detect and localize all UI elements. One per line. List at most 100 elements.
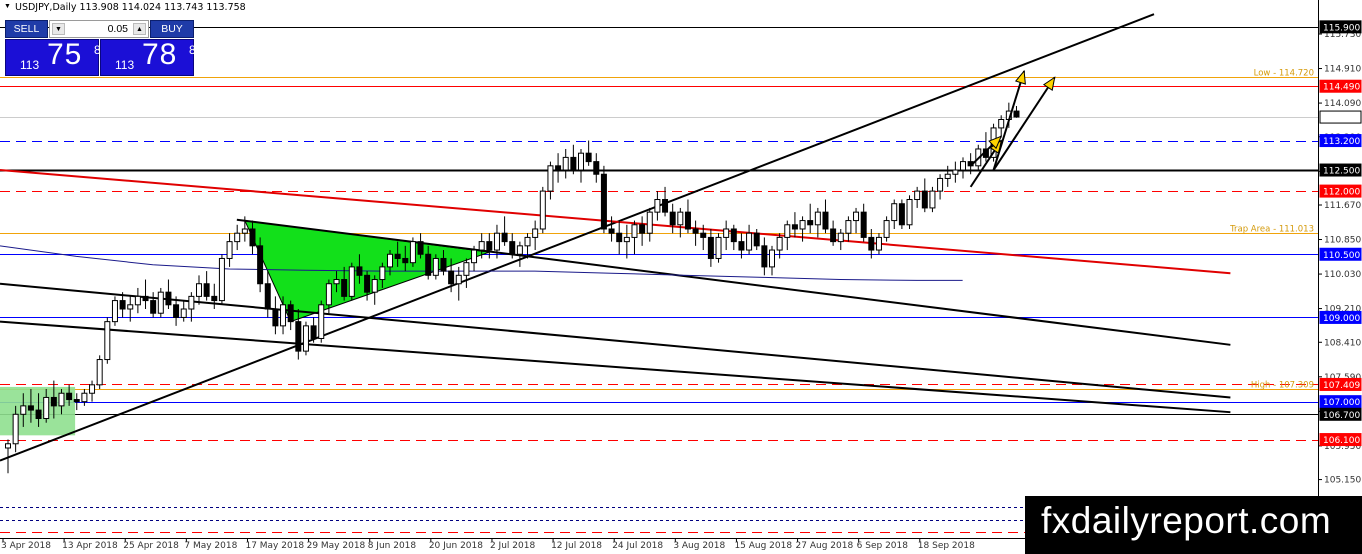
candle-body xyxy=(486,241,493,251)
price-level-tag-label: 109.000 xyxy=(1323,314,1360,324)
price-level-tag-label: 107.000 xyxy=(1323,398,1360,408)
buy-button[interactable]: BUY xyxy=(150,20,194,38)
sell-button[interactable]: SELL xyxy=(5,20,48,38)
candle-body xyxy=(929,190,936,209)
time-tick-label: 3 Apr 2018 xyxy=(1,541,51,551)
price-level-tag-label: 115.900 xyxy=(1323,23,1360,33)
candle-body xyxy=(142,295,149,302)
candle-body xyxy=(807,220,814,226)
price-level-tag-label: 114.490 xyxy=(1323,83,1360,93)
candle-body xyxy=(570,156,577,171)
candle-body xyxy=(234,232,241,243)
candle-body xyxy=(555,165,562,171)
price-level-tag-label: 113.200 xyxy=(1323,137,1360,147)
candle-body xyxy=(402,257,409,264)
candle-body xyxy=(318,304,325,339)
candle-body xyxy=(738,241,745,251)
candle-body xyxy=(562,156,569,171)
lot-size-value[interactable]: 0.05 xyxy=(108,23,128,35)
price-tick-label: 105.150 xyxy=(1324,476,1361,486)
candle-body xyxy=(593,161,600,175)
candle-body xyxy=(66,392,73,401)
candle-body xyxy=(516,245,523,255)
price-level-tag-label: 106.700 xyxy=(1323,411,1360,421)
candle-body xyxy=(188,295,195,310)
candle-body xyxy=(906,199,913,226)
candle-body xyxy=(226,241,233,259)
candle-body xyxy=(417,241,424,255)
candle-body xyxy=(43,396,50,420)
price-level-tag-label: 107.409 xyxy=(1323,381,1360,391)
candle-body xyxy=(547,165,554,192)
candle-body xyxy=(822,211,829,230)
candle-body xyxy=(196,283,202,297)
candle-body xyxy=(631,224,638,238)
candle-body xyxy=(478,241,485,251)
level-note-label: Low - 114.720 xyxy=(1254,69,1314,79)
candle-body xyxy=(348,266,355,297)
chart-menu-triangle-icon[interactable]: ▼ xyxy=(4,3,11,10)
candle-body xyxy=(119,300,126,310)
candle-body xyxy=(325,283,332,306)
candle-body xyxy=(493,232,500,251)
candle-body xyxy=(264,283,271,310)
candle-body xyxy=(425,253,432,276)
price-level-tag-label: 113.758 xyxy=(1323,114,1360,124)
candle-body xyxy=(585,152,592,163)
candle-body xyxy=(27,405,34,411)
candle-body xyxy=(89,384,96,394)
candle-body xyxy=(669,211,676,226)
one-click-trading-panel: SELL ▼ 0.05 ▲ BUY 113 75 8 113 78 8 xyxy=(5,20,196,76)
price-chart[interactable]: Low - 114.720 Trap Area - 111.013 High - 1… xyxy=(0,0,1362,554)
buy-price-box[interactable]: 113 78 8 xyxy=(100,38,196,76)
candle-body xyxy=(616,232,623,243)
candle-body xyxy=(868,236,875,251)
candle-body xyxy=(111,300,118,323)
price-tick-label: 114.090 xyxy=(1324,99,1361,109)
candle-body xyxy=(639,224,646,234)
time-tick-label: 29 May 2018 xyxy=(307,541,366,551)
candle-body xyxy=(608,228,615,234)
candle-body xyxy=(371,279,378,293)
candle-body xyxy=(241,228,248,234)
candle-body xyxy=(845,220,852,234)
candle-body xyxy=(860,211,867,238)
candle-body xyxy=(180,308,187,318)
candle-body xyxy=(578,152,584,171)
candle-body xyxy=(791,224,798,230)
candle-body xyxy=(799,220,806,230)
candle-body xyxy=(921,190,928,209)
candle-body xyxy=(394,253,401,259)
level-note-label: High - 107.309 xyxy=(1251,381,1314,391)
sell-price-box[interactable]: 113 75 8 xyxy=(5,38,101,76)
candle-body xyxy=(463,262,470,276)
buy-price-pips: 78 xyxy=(142,38,178,71)
candle-body xyxy=(471,249,478,264)
candle-body xyxy=(746,232,753,251)
lot-increase-icon[interactable]: ▲ xyxy=(133,23,146,35)
candle-body xyxy=(539,190,546,230)
candle-body xyxy=(814,211,821,226)
candle-body xyxy=(662,199,669,213)
candle-body xyxy=(875,236,882,251)
candle-body xyxy=(81,392,88,403)
candle-body xyxy=(776,236,783,251)
candle-body xyxy=(448,270,455,285)
candle-body xyxy=(723,228,730,238)
candle-body xyxy=(998,118,1005,129)
time-tick-label: 27 Aug 2018 xyxy=(796,541,854,551)
lot-size-field[interactable]: ▼ 0.05 ▲ xyxy=(49,20,149,38)
candle-body xyxy=(50,396,57,407)
candle-body xyxy=(173,304,180,318)
lot-decrease-icon[interactable]: ▼ xyxy=(52,23,65,35)
chart-plot-area xyxy=(0,0,1362,554)
candle-body xyxy=(830,228,837,243)
candle-body xyxy=(532,228,539,238)
candle-body xyxy=(898,203,905,226)
candle-body xyxy=(310,325,317,339)
candle-body xyxy=(165,291,172,306)
candle-body xyxy=(333,279,340,285)
time-tick-label: 2 Jul 2018 xyxy=(490,541,535,551)
candle-body xyxy=(646,211,653,234)
price-level-tag-label: 110.500 xyxy=(1323,251,1360,261)
